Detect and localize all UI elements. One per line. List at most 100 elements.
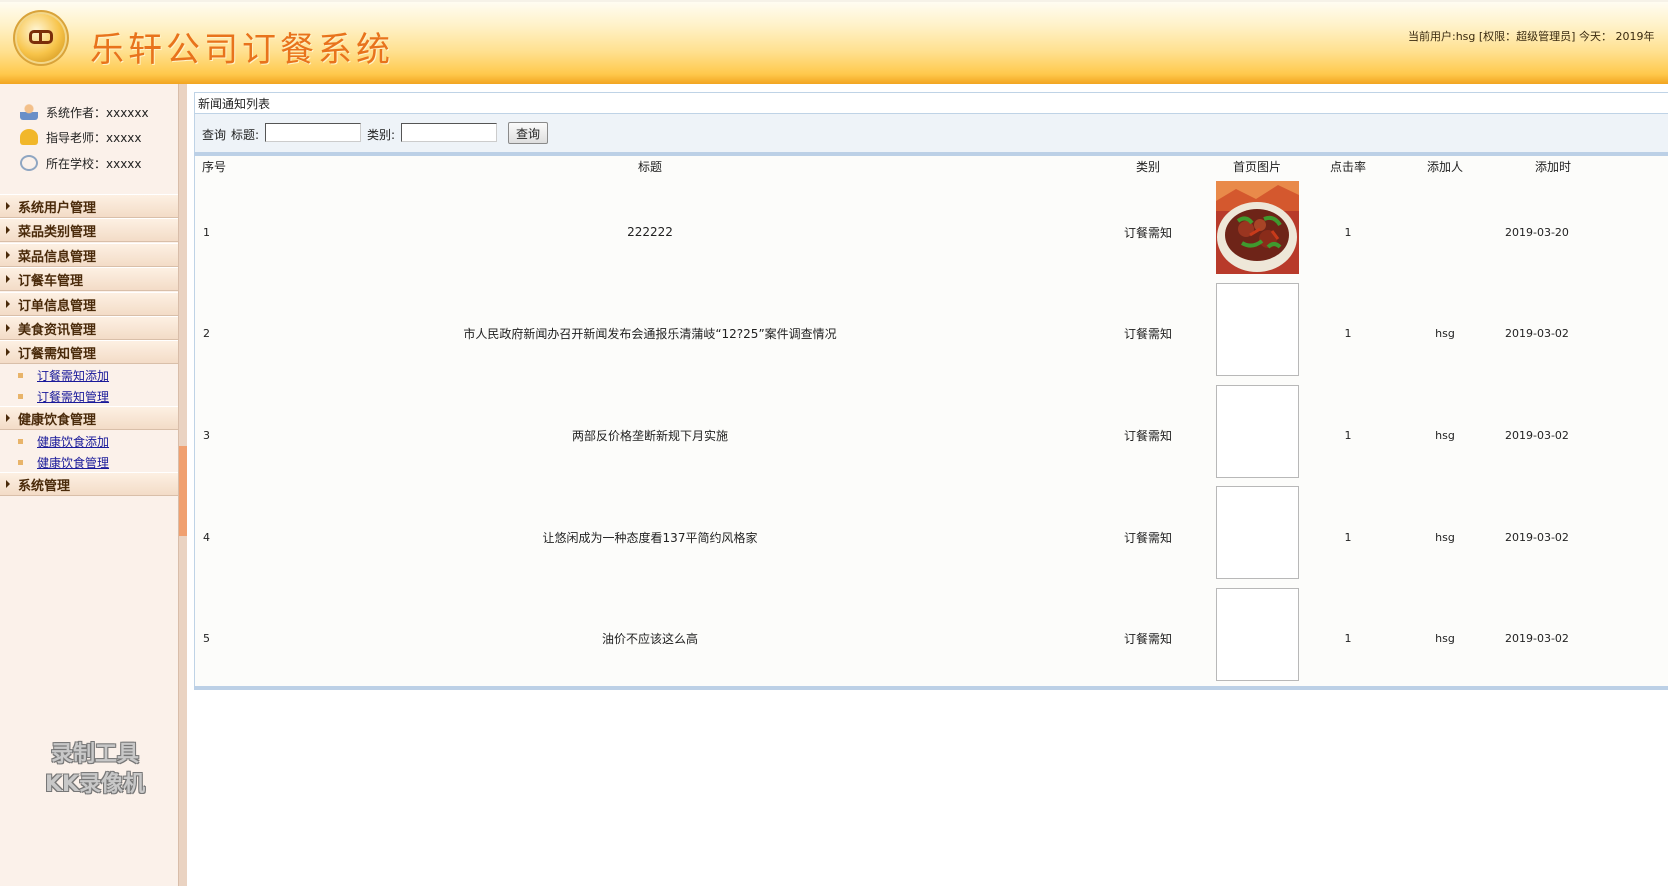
- row5-clicks: 1: [1344, 631, 1352, 645]
- row2-image-placeholder: [1216, 283, 1299, 376]
- sub-order-notice-manage[interactable]: 订餐需知管理: [18, 386, 109, 406]
- category-search-input[interactable]: [401, 123, 497, 142]
- menu-label: 菜品类别管理: [18, 224, 97, 240]
- row2-clicks: 1: [1344, 326, 1352, 340]
- row2-adder: hsg: [1435, 326, 1455, 340]
- query-label: 查询: [202, 128, 227, 142]
- row4-category: 订餐需知: [1123, 530, 1172, 545]
- menu-system-users[interactable]: 系统用户管理: [0, 194, 178, 218]
- row1-title[interactable]: 222222: [345, 206, 955, 258]
- author-label: 系统作者：xxxxxx: [46, 105, 149, 120]
- app-header: 乐轩公司订餐系统 当前用户:hsg [权限：超级管理员] 今天： 2019年: [0, 0, 1668, 84]
- caret-right-icon: [6, 300, 10, 308]
- row5-title[interactable]: 油价不应该这么高: [345, 611, 955, 665]
- author-icon: [20, 104, 38, 120]
- sub-healthy-diet-manage[interactable]: 健康饮食管理: [18, 452, 109, 472]
- row1-date: 2019-03-20: [1505, 225, 1569, 239]
- col-header-title: 标题: [637, 159, 662, 174]
- current-user-info: 当前用户:hsg [权限：超级管理员] 今天： 2019年: [1408, 30, 1655, 43]
- list-title-bar: 新闻通知列表: [194, 92, 1668, 114]
- news-table: 序号 标题 类别 首页图片 点击率 添加人 添加时 1 222222 订餐需知: [194, 156, 1668, 686]
- logo-icon: [17, 14, 65, 62]
- bullet-icon: [18, 459, 23, 465]
- teacher-label: 指导老师：xxxxx: [46, 130, 142, 145]
- watermark-line: 录制工具: [50, 742, 139, 767]
- col-header-image: 首页图片: [1232, 159, 1281, 174]
- menu-order-cart[interactable]: 订餐车管理: [0, 267, 178, 291]
- search-button[interactable]: 查询: [508, 122, 548, 144]
- splitter-handle[interactable]: [179, 446, 187, 536]
- menu-order-info[interactable]: 订单信息管理: [0, 292, 178, 316]
- bullet-icon: [18, 393, 23, 399]
- table-bottom-border: [194, 686, 1668, 690]
- row3-no: 3: [203, 428, 210, 442]
- teacher-icon: [20, 129, 38, 145]
- row1-adder: [1410, 206, 1480, 258]
- menu-dish-info[interactable]: 菜品信息管理: [0, 243, 178, 267]
- row3-date: 2019-03-02: [1505, 428, 1569, 442]
- row2-category: 订餐需知: [1123, 326, 1172, 341]
- sidebar-splitter[interactable]: [178, 84, 187, 886]
- caret-right-icon: [6, 480, 10, 488]
- menu-food-news[interactable]: 美食资讯管理: [0, 316, 178, 340]
- row4-adder: hsg: [1435, 530, 1455, 544]
- school-info: 所在学校：xxxxx: [20, 154, 142, 172]
- sub-label: 健康饮食添加: [37, 434, 110, 449]
- menu-healthy-diet[interactable]: 健康饮食管理: [0, 406, 178, 430]
- title-label: 标题:: [231, 128, 260, 142]
- row2-date: 2019-03-02: [1505, 326, 1569, 340]
- caret-right-icon: [6, 251, 10, 259]
- menu-order-notice[interactable]: 订餐需知管理: [0, 340, 178, 364]
- menu-label: 订单信息管理: [18, 298, 97, 314]
- row4-no: 4: [203, 530, 210, 544]
- caret-right-icon: [6, 275, 10, 283]
- bullet-icon: [18, 372, 23, 378]
- col-header-date: 添加时: [1535, 159, 1572, 174]
- school-label: 所在学校：xxxxx: [46, 156, 142, 171]
- watermark-line: KK录像机: [44, 772, 146, 797]
- row1-food-image: [1216, 181, 1299, 274]
- title-search-input[interactable]: [265, 123, 361, 142]
- caret-right-icon: [6, 348, 10, 356]
- sub-label: 订餐需知添加: [37, 368, 110, 383]
- row4-title[interactable]: 让悠闲成为一种态度看137平简约风格家: [345, 510, 955, 564]
- row3-clicks: 1: [1344, 428, 1352, 442]
- menu-system-management[interactable]: 系统管理: [0, 472, 178, 496]
- caret-right-icon: [6, 414, 10, 422]
- caret-right-icon: [6, 324, 10, 332]
- menu-label: 健康饮食管理: [18, 412, 97, 428]
- row1-clicks: 1: [1344, 225, 1352, 239]
- sub-order-notice-add[interactable]: 订餐需知添加: [18, 365, 109, 385]
- sidebar: 系统作者：xxxxxx 指导老师：xxxxx 所在学校：xxxxx 系统用户管理…: [0, 84, 178, 886]
- menu-label: 订餐需知管理: [18, 346, 97, 362]
- category-label: 类别:: [367, 128, 396, 142]
- bullet-icon: [18, 438, 23, 444]
- school-icon: [20, 155, 38, 171]
- row3-image-placeholder: [1216, 385, 1299, 478]
- row3-title[interactable]: 两部反价格垄断新规下月实施: [345, 408, 955, 462]
- app-title: 乐轩公司订餐系统: [90, 30, 394, 70]
- menu-label: 菜品信息管理: [18, 249, 97, 265]
- list-title: 新闻通知列表: [198, 96, 271, 111]
- author-info: 系统作者：xxxxxx: [20, 103, 149, 121]
- recorder-watermark: 录制工具 KK录像机: [30, 740, 160, 800]
- row5-adder: hsg: [1435, 631, 1455, 645]
- col-header-category: 类别: [1135, 159, 1160, 174]
- sub-label: 订餐需知管理: [37, 389, 110, 404]
- row4-date: 2019-03-02: [1505, 530, 1569, 544]
- caret-right-icon: [6, 202, 10, 210]
- col-header-adder: 添加人: [1426, 159, 1463, 174]
- search-bar: 查询 标题: 类别: 查询: [194, 114, 1668, 152]
- header-top-line: [0, 0, 1668, 2]
- row2-title[interactable]: 市人民政府新闻办召开新闻发布会通报乐清蒲岐“12?25”案件调查情况: [345, 306, 955, 360]
- menu-label: 系统管理: [18, 478, 71, 494]
- row5-no: 5: [203, 631, 210, 645]
- row2-no: 2: [203, 326, 210, 340]
- sub-label: 健康饮食管理: [37, 455, 110, 470]
- row5-category: 订餐需知: [1123, 631, 1172, 646]
- menu-dish-categories[interactable]: 菜品类别管理: [0, 218, 178, 242]
- sub-healthy-diet-add[interactable]: 健康饮食添加: [18, 431, 109, 451]
- menu-label: 美食资讯管理: [18, 322, 97, 338]
- col-header-clicks: 点击率: [1329, 159, 1366, 174]
- main-content: 新闻通知列表 查询 标题: 类别: 查询 序号 标题 类别 首页图片 点击率 添…: [190, 84, 1668, 886]
